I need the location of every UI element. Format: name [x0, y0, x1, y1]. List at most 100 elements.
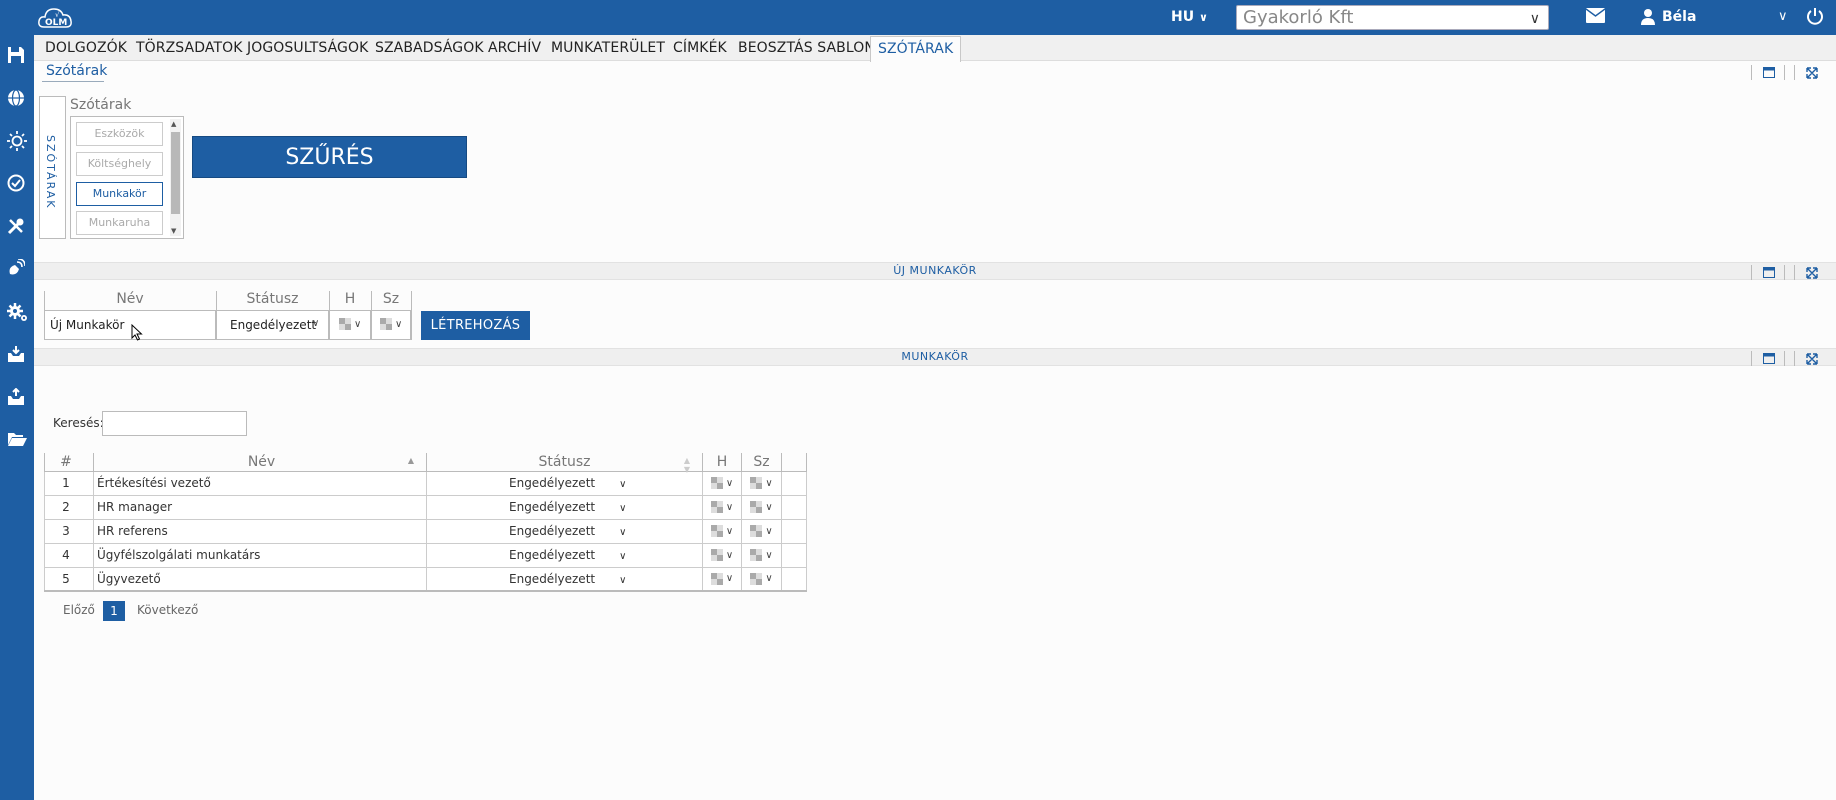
- expand-button[interactable]: [1794, 265, 1828, 280]
- checker-icon: [710, 549, 723, 561]
- pager-prev[interactable]: Előző: [63, 603, 95, 617]
- row-sz-select[interactable]: ∨: [741, 494, 782, 520]
- expand-button[interactable]: [1794, 65, 1828, 80]
- mail-icon[interactable]: [1585, 8, 1606, 26]
- row-name[interactable]: Ügyvezető: [93, 566, 427, 592]
- tab-szotarak[interactable]: SZÓTÁRAK: [870, 36, 962, 62]
- row-h-select[interactable]: ∨: [702, 494, 742, 520]
- list-scrollbar[interactable]: ▲ ▼: [170, 119, 181, 236]
- filter-button[interactable]: SZŰRÉS: [192, 136, 467, 178]
- chevron-down-icon: ∨: [1198, 11, 1208, 24]
- header-sz: Sz: [382, 291, 400, 307]
- tab-dolgozok[interactable]: DOLGOZÓK: [45, 40, 127, 56]
- list-item-munkaruha[interactable]: Munkaruha: [76, 211, 163, 235]
- tab-archiv[interactable]: ARCHÍV: [488, 40, 541, 56]
- dictionary-list[interactable]: Eszközök Költséghely Munkakör Munkaruha …: [70, 116, 184, 239]
- tools-icon[interactable]: [7, 217, 27, 237]
- inbox-upload-icon[interactable]: [7, 387, 27, 408]
- row-h-select[interactable]: ∨: [702, 518, 742, 544]
- list-item-eszkozok[interactable]: Eszközök: [76, 122, 163, 146]
- tab-munkaterulet[interactable]: MUNKATERÜLET: [551, 40, 665, 56]
- language-selector[interactable]: HU ∨: [1171, 9, 1208, 25]
- chevron-down-icon: ∨: [619, 503, 627, 514]
- sun-icon[interactable]: [7, 131, 27, 151]
- row-sz-select[interactable]: ∨: [741, 542, 782, 568]
- row-actions: [781, 494, 807, 520]
- folder-open-icon[interactable]: [7, 431, 27, 451]
- row-status-select[interactable]: Engedélyezett ∨: [426, 542, 703, 568]
- row-status-select[interactable]: Engedélyezett ∨: [426, 518, 703, 544]
- row-sz-select[interactable]: ∨: [741, 518, 782, 544]
- column-label: Sz: [753, 453, 770, 470]
- minimize-button[interactable]: [1751, 265, 1785, 280]
- company-select[interactable]: Gyakorló Kft ∨: [1236, 5, 1549, 30]
- window-minimize-icon: [1763, 267, 1775, 278]
- chevron-down-icon: ∨: [725, 525, 734, 537]
- tab-beosztas-sablon[interactable]: BEOSZTÁS SABLON: [738, 40, 875, 56]
- check-circle-icon[interactable]: [7, 174, 27, 194]
- pager-next[interactable]: Következő: [137, 603, 198, 617]
- row-h-select[interactable]: ∨: [702, 470, 742, 496]
- expand-arrows-icon: [1806, 353, 1818, 365]
- row-h-select[interactable]: ∨: [702, 566, 742, 592]
- table-row[interactable]: 1 Értékesítési vezető Engedélyezett ∨ ∨ ∨: [44, 470, 807, 496]
- tab-cimkek[interactable]: CÍMKÉK: [673, 40, 727, 56]
- scroll-thumb[interactable]: [171, 132, 180, 214]
- column-header-status[interactable]: Státusz ▲ ▼: [426, 453, 703, 474]
- search-input[interactable]: [102, 411, 247, 436]
- column-header-name[interactable]: Név ▲: [93, 453, 427, 472]
- row-status-select[interactable]: Engedélyezett ∨: [426, 566, 703, 592]
- pager-current-page[interactable]: 1: [103, 601, 125, 621]
- inbox-download-icon[interactable]: [7, 345, 27, 365]
- row-sz-select[interactable]: ∨: [741, 566, 782, 592]
- user-name[interactable]: Béla: [1662, 9, 1696, 25]
- row-name[interactable]: HR referens: [93, 518, 427, 544]
- minimize-button[interactable]: [1751, 351, 1785, 366]
- column-header-sz[interactable]: Sz: [741, 453, 782, 472]
- row-name[interactable]: Ügyfélszolgálati munkatárs: [93, 542, 427, 568]
- list-item-munkakor[interactable]: Munkakör: [76, 182, 163, 206]
- expand-button[interactable]: [1794, 351, 1828, 366]
- create-button[interactable]: LÉTREHOZÁS: [421, 311, 530, 340]
- row-status-value: Engedélyezett: [509, 500, 596, 514]
- row-name[interactable]: Értékesítési vezető: [93, 470, 427, 496]
- column-label: H: [716, 453, 728, 470]
- tab-jogosultsagok[interactable]: JOGOSULTSÁGOK: [247, 40, 368, 56]
- row-status-select[interactable]: Engedélyezett ∨: [426, 470, 703, 496]
- globe-icon[interactable]: [7, 89, 27, 109]
- save-icon[interactable]: [7, 46, 27, 66]
- table-row[interactable]: 3 HR referens Engedélyezett ∨ ∨ ∨: [44, 518, 807, 544]
- column-label: #: [60, 453, 72, 470]
- row-h-select[interactable]: ∨: [702, 542, 742, 568]
- chevron-down-icon: ∨: [312, 318, 320, 329]
- row-sz-select[interactable]: ∨: [741, 470, 782, 496]
- list-item-koltseghely[interactable]: Költséghely: [76, 152, 163, 176]
- tab-szabadsagok[interactable]: SZABADSÁGOK: [375, 40, 484, 56]
- column-header-h[interactable]: H: [702, 453, 742, 472]
- table-row[interactable]: 5 Ügyvezető Engedélyezett ∨ ∨ ∨: [44, 566, 807, 592]
- new-sz-select[interactable]: ∨: [371, 310, 411, 340]
- table-row[interactable]: 2 HR manager Engedélyezett ∨ ∨ ∨: [44, 494, 807, 520]
- scroll-up-icon[interactable]: ▲: [171, 120, 176, 128]
- checker-icon: [710, 477, 723, 489]
- new-status-select[interactable]: Engedélyezett ∨: [216, 310, 329, 340]
- tab-torzsadatok[interactable]: TÖRZSADATOK: [136, 40, 243, 56]
- user-menu-chevron-icon[interactable]: ∨: [1778, 9, 1788, 24]
- table-header-row: # Név ▲ Státusz ▲ ▼ H Sz: [44, 453, 807, 474]
- user-icon[interactable]: [1640, 8, 1656, 29]
- minimize-button[interactable]: [1751, 65, 1785, 80]
- olm-logo[interactable]: √ OLM: [36, 3, 78, 33]
- checker-icon: [750, 477, 763, 489]
- new-h-select[interactable]: ∨: [329, 310, 371, 340]
- language-label: HU: [1171, 9, 1195, 25]
- scroll-down-icon[interactable]: ▼: [171, 227, 176, 235]
- new-name-input[interactable]: Új Munkakör: [44, 310, 216, 340]
- settings-cogs-icon[interactable]: [7, 302, 27, 322]
- power-icon[interactable]: [1806, 7, 1824, 28]
- column-header-num[interactable]: #: [44, 453, 94, 472]
- row-name[interactable]: HR manager: [93, 494, 427, 520]
- table-row[interactable]: 4 Ügyfélszolgálati munkatárs Engedélyeze…: [44, 542, 807, 568]
- breadcrumb[interactable]: Szótárak: [46, 63, 107, 79]
- satellite-icon[interactable]: [7, 258, 27, 279]
- row-status-select[interactable]: Engedélyezett ∨: [426, 494, 703, 520]
